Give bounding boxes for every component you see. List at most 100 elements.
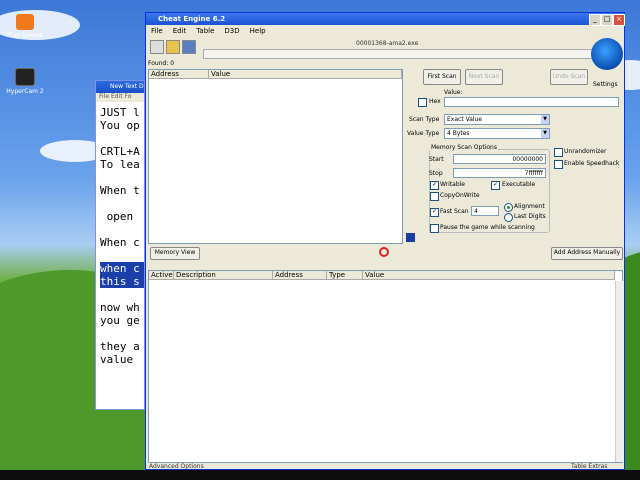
last-digits-label: Last Digits (514, 213, 546, 220)
notepad-line (100, 288, 144, 301)
open-process-icon[interactable] (150, 40, 164, 54)
memory-view-button[interactable]: Memory View (150, 247, 200, 260)
menu-d3d[interactable]: D3D (219, 26, 244, 37)
desktop-icon-hypercam[interactable]: HyperCam 2 (0, 68, 50, 95)
stop-address-input[interactable]: 7fffffff (453, 168, 546, 178)
column-header-address[interactable]: Address (149, 70, 209, 79)
notepad-line (100, 223, 144, 236)
value-type-select[interactable]: 4 Bytes ▼ (444, 128, 550, 139)
first-scan-button[interactable]: First Scan (423, 69, 461, 85)
alignment-label: Alignment (514, 203, 545, 210)
scan-type-select[interactable]: Exact Value ▼ (444, 114, 550, 125)
writable-label: Writable (440, 181, 465, 188)
process-name: 00001368-ama2.exe (356, 40, 419, 47)
stop-label: Stop (429, 170, 443, 177)
hex-label: Hex (429, 98, 441, 105)
notepad-line: you ge (100, 314, 140, 327)
notepad-line: now wh (100, 301, 140, 314)
stop-icon[interactable] (379, 247, 389, 257)
notepad-window[interactable]: New Text Document - Notepad File Edit Fo… (95, 80, 145, 410)
value-type-label: Value Type (407, 130, 440, 137)
hypercam-icon (15, 68, 35, 86)
menu-bar: File Edit Table D3D Help (146, 26, 624, 37)
hex-checkbox[interactable] (418, 98, 427, 107)
notepad-line (100, 327, 144, 340)
cheat-table[interactable]: Active Description Address Type Value (148, 270, 624, 463)
copyonwrite-label: CopyOnWrite (440, 192, 480, 199)
table-extras-link[interactable]: Table Extras (571, 463, 607, 470)
notepad-line: When t (100, 184, 140, 197)
executable-label: Executable (502, 181, 536, 188)
found-address-list[interactable]: Address Value (148, 69, 403, 244)
notepad-line: CRTL+A (100, 145, 140, 158)
scan-type-label: Scan Type (409, 116, 440, 123)
games-icon (16, 14, 34, 30)
vertical-scrollbar[interactable] (615, 281, 624, 462)
start-address-input[interactable]: 00000000 (453, 154, 546, 164)
fast-scan-input[interactable]: 4 (471, 206, 499, 216)
copyonwrite-checkbox[interactable] (430, 192, 439, 201)
add-address-button[interactable]: Add Address Manually (551, 247, 623, 260)
minimize-button[interactable]: _ (589, 14, 601, 26)
chevron-down-icon[interactable]: ▼ (541, 129, 549, 138)
last-digits-radio[interactable] (504, 213, 513, 222)
menu-help[interactable]: Help (245, 26, 271, 37)
column-header-value[interactable]: Value (209, 70, 402, 79)
advanced-options-link[interactable]: Advanced Options (149, 463, 204, 470)
menu-table[interactable]: Table (191, 26, 219, 37)
taskbar (0, 470, 640, 480)
close-button[interactable]: × (613, 14, 625, 26)
desktop-icon-label: Play Games (7, 32, 43, 39)
unrandomizer-checkbox[interactable] (554, 148, 563, 157)
column-header-type[interactable]: Type (327, 271, 363, 280)
column-header-value[interactable]: Value (363, 271, 615, 280)
column-header-active[interactable]: Active (149, 271, 174, 280)
speedhack-checkbox[interactable] (554, 160, 563, 169)
desktop-icon-label: HyperCam 2 (6, 88, 44, 95)
notepad-line: value (100, 353, 140, 366)
start-label: Start (429, 156, 444, 163)
pause-game-checkbox[interactable] (430, 224, 439, 233)
executable-checkbox[interactable]: ✓ (491, 181, 500, 190)
fast-scan-label: Fast Scan (440, 208, 469, 215)
save-icon[interactable] (182, 40, 196, 54)
notepad-line (100, 249, 144, 262)
unrandomizer-label: Unrandomizer (564, 148, 607, 155)
desktop-icon-play-games[interactable]: Play Games (0, 14, 50, 39)
open-file-icon[interactable] (166, 40, 180, 54)
memory-scan-options-label: Memory Scan Options (430, 144, 498, 151)
speedhack-label: Enable Speedhack (564, 160, 620, 167)
cheat-engine-window[interactable]: Cheat Engine 6.2 _ □ × File Edit Table D3D H… (145, 12, 625, 470)
next-scan-button[interactable]: Next Scan (465, 69, 503, 85)
notepad-title: New Text Document - Notepad (96, 81, 144, 93)
notepad-line: open (100, 210, 134, 223)
cheat-engine-logo-icon[interactable] (591, 38, 623, 70)
undo-scan-button[interactable]: Undo Scan (550, 69, 588, 85)
value-type-value: 4 Bytes (447, 130, 470, 137)
notepad-line (100, 132, 144, 145)
notepad-text-area[interactable]: JUST l You op CRTL+A To lea When t open Wh… (96, 102, 144, 396)
writable-checkbox[interactable]: ✓ (430, 181, 439, 190)
notepad-menu[interactable]: File Edit Fo (96, 93, 144, 102)
column-header-address[interactable]: Address (273, 271, 327, 280)
notepad-line: when c (100, 262, 144, 275)
arrow-down-right-icon[interactable] (406, 233, 415, 242)
value-label: Value: (444, 89, 463, 96)
fast-scan-checkbox[interactable]: ✓ (430, 208, 439, 217)
menu-file[interactable]: File (146, 26, 168, 37)
value-input[interactable] (444, 97, 619, 107)
notepad-line: they a (100, 340, 140, 353)
chevron-down-icon[interactable]: ▼ (541, 115, 549, 124)
menu-edit[interactable]: Edit (168, 26, 192, 37)
settings-label[interactable]: Settings (593, 81, 618, 88)
alignment-radio[interactable] (504, 203, 513, 212)
notepad-line: To lea (100, 158, 140, 171)
scan-progress-bar (203, 49, 603, 59)
notepad-line: When c (100, 236, 140, 249)
column-header-description[interactable]: Description (174, 271, 273, 280)
notepad-line (100, 171, 144, 184)
pause-game-label: Pause the game while scanning (440, 224, 535, 231)
maximize-button[interactable]: □ (601, 14, 613, 26)
found-count: Found: 0 (148, 60, 175, 67)
scan-type-value: Exact Value (447, 116, 483, 123)
